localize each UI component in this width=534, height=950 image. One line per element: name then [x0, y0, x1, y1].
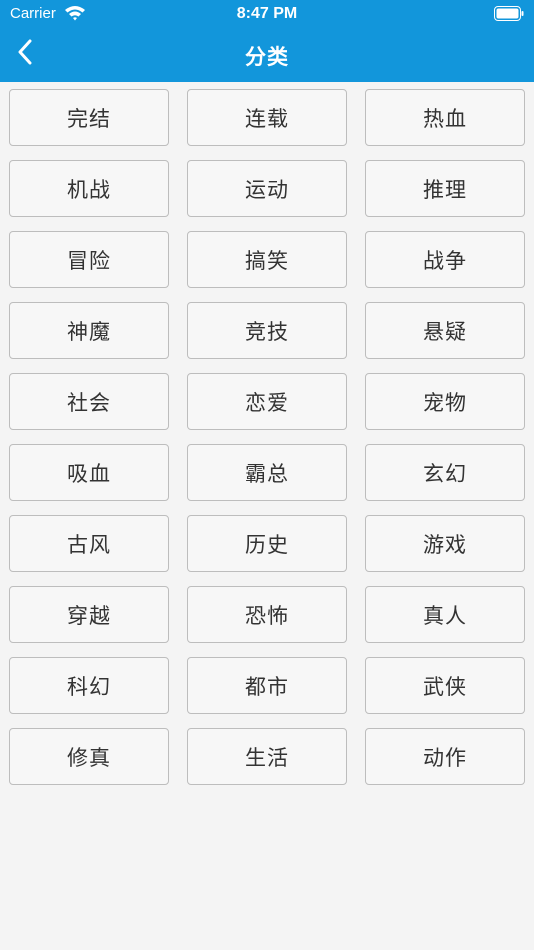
category-button[interactable]: 搞笑 [187, 231, 347, 288]
category-button[interactable]: 热血 [365, 89, 525, 146]
category-button[interactable]: 穿越 [9, 586, 169, 643]
category-button[interactable]: 都市 [187, 657, 347, 714]
category-button[interactable]: 恋爱 [187, 373, 347, 430]
status-bar: Carrier 8:47 PM [0, 0, 534, 28]
category-button[interactable]: 社会 [9, 373, 169, 430]
category-button[interactable]: 动作 [365, 728, 525, 785]
category-button[interactable]: 玄幻 [365, 444, 525, 501]
category-button[interactable]: 游戏 [365, 515, 525, 572]
page-title: 分类 [245, 45, 289, 69]
category-button[interactable]: 吸血 [9, 444, 169, 501]
category-button[interactable]: 悬疑 [365, 302, 525, 359]
category-button[interactable]: 冒险 [9, 231, 169, 288]
category-button[interactable]: 霸总 [187, 444, 347, 501]
nav-bar: 分类 [0, 28, 534, 82]
category-button[interactable]: 神魔 [9, 302, 169, 359]
category-button[interactable]: 真人 [365, 586, 525, 643]
category-button[interactable]: 宠物 [365, 373, 525, 430]
status-time: 8:47 PM [236, 5, 298, 22]
category-button[interactable]: 恐怖 [187, 586, 347, 643]
category-button[interactable]: 历史 [187, 515, 347, 572]
category-grid: 完结 连载 热血机战 运动 推理冒险 搞笑 战争神魔 竞技 悬疑社会 恋爱 宠物吸血 霸总 玄幻古风 历史… [9, 89, 525, 785]
category-button[interactable]: 机战 [9, 160, 169, 217]
category-button[interactable]: 古风 [9, 515, 169, 572]
battery-icon [494, 6, 524, 21]
category-button[interactable]: 武侠 [365, 657, 525, 714]
category-button[interactable]: 推理 [365, 160, 525, 217]
category-button[interactable]: 战争 [365, 231, 525, 288]
category-button[interactable]: 生活 [187, 728, 347, 785]
top-bar: Carrier 8:47 PM 分类 [0, 0, 534, 82]
category-button[interactable]: 运动 [187, 160, 347, 217]
category-button[interactable]: 科幻 [9, 657, 169, 714]
category-button[interactable]: 连载 [187, 89, 347, 146]
category-button[interactable]: 修真 [9, 728, 169, 785]
category-button[interactable]: 竞技 [187, 302, 347, 359]
category-button[interactable]: 完结 [9, 89, 169, 146]
